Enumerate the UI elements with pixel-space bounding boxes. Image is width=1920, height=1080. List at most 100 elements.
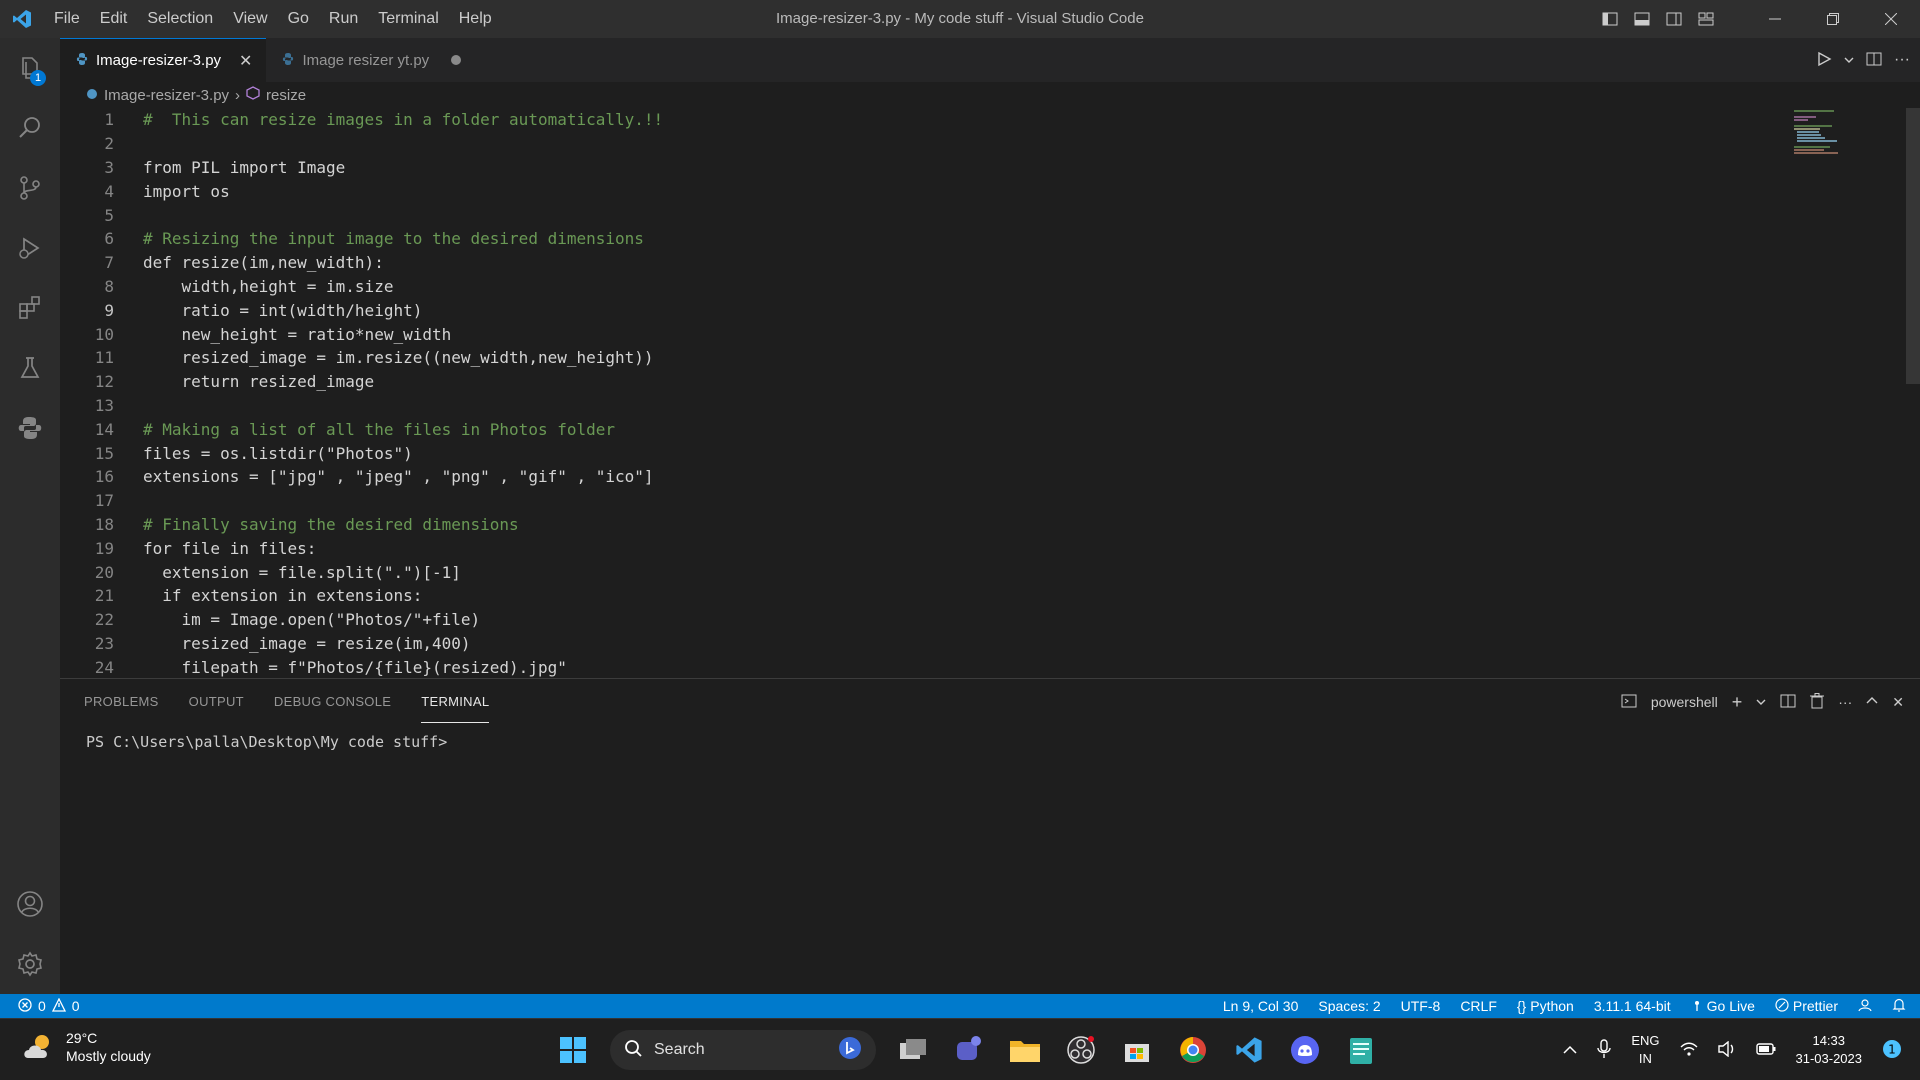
settings-gear-icon[interactable] xyxy=(0,934,60,994)
close-panel-icon[interactable]: ✕ xyxy=(1892,694,1904,711)
show-hidden-icons-chevron-icon[interactable] xyxy=(1563,1043,1577,1058)
run-python-file-icon[interactable] xyxy=(1816,51,1832,70)
tab-label: Image resizer yt.py xyxy=(302,51,430,69)
tab-output[interactable]: OUTPUT xyxy=(189,679,244,725)
customize-layout-icon[interactable] xyxy=(1690,0,1722,38)
line-number: 10 xyxy=(94,324,114,344)
split-terminal-icon[interactable] xyxy=(1780,693,1796,712)
wifi-icon[interactable] xyxy=(1680,1042,1698,1059)
toggle-sidebar-icon[interactable] xyxy=(1594,0,1626,38)
tab-terminal[interactable]: TERMINAL xyxy=(421,682,490,723)
taskbar-search[interactable]: Search xyxy=(610,1030,876,1070)
restore-icon[interactable] xyxy=(1804,0,1862,38)
cursor-position[interactable]: Ln 9, Col 30 xyxy=(1223,998,1299,1014)
go-live-button[interactable]: Go Live xyxy=(1691,998,1755,1015)
battery-icon[interactable] xyxy=(1755,1042,1776,1058)
accounts-icon[interactable] xyxy=(0,874,60,934)
error-icon xyxy=(18,997,32,1015)
line-number: 22 xyxy=(94,610,114,630)
notifications-bell-icon[interactable] xyxy=(1892,998,1906,1015)
code-editor[interactable]: 1 # This can resize images in a folder au… xyxy=(60,108,1920,678)
microsoft-store-icon[interactable] xyxy=(1118,1031,1156,1069)
toggle-panel-icon[interactable] xyxy=(1626,0,1658,38)
more-panel-actions-icon[interactable]: ··· xyxy=(1838,694,1852,710)
python-interpreter[interactable]: 3.11.1 64-bit xyxy=(1594,998,1671,1014)
testing-icon[interactable] xyxy=(0,338,60,398)
code-line: 1 # This can resize images in a folder au… xyxy=(60,108,1920,132)
code-text: new_height = ratio*new_width xyxy=(143,324,452,344)
more-actions-icon[interactable]: ··· xyxy=(1894,51,1910,69)
tab-debug-console[interactable]: DEBUG CONSOLE xyxy=(274,679,391,725)
windows-start-icon[interactable] xyxy=(554,1031,592,1069)
code-line: 24 filepath = f"Photos/{file}(resized).j… xyxy=(60,655,1920,678)
code-text: extensions = ["jpg" , "jpeg" , "png" , "… xyxy=(143,467,654,487)
extensions-icon[interactable] xyxy=(0,278,60,338)
terminal-dropdown-chevron-icon[interactable] xyxy=(1756,694,1766,710)
source-control-icon[interactable] xyxy=(0,158,60,218)
minimap[interactable] xyxy=(1794,108,1850,158)
input-language[interactable]: ENG IN xyxy=(1631,1032,1659,1068)
editor-scrollbar[interactable] xyxy=(1906,108,1920,384)
tab-problems[interactable]: PROBLEMS xyxy=(84,679,159,725)
terminal-shell-label[interactable]: powershell xyxy=(1651,694,1718,710)
breadcrumb-file[interactable]: Image-resizer-3.py xyxy=(104,87,229,104)
toggle-secondary-sidebar-icon[interactable] xyxy=(1658,0,1690,38)
vscode-taskbar-icon[interactable] xyxy=(1230,1031,1268,1069)
menu-go[interactable]: Go xyxy=(278,0,319,38)
run-dropdown-chevron-icon[interactable] xyxy=(1844,52,1854,68)
encoding[interactable]: UTF-8 xyxy=(1401,998,1441,1014)
code-line: 11 resized_image = im.resize((new_width,… xyxy=(60,346,1920,370)
editor-actions: ··· xyxy=(1816,38,1910,82)
volume-icon[interactable] xyxy=(1717,1040,1736,1060)
maximize-panel-chevron-up-icon[interactable] xyxy=(1866,694,1878,710)
breadcrumb-symbol[interactable]: resize xyxy=(266,87,306,104)
tab-image-resizer-yt[interactable]: Image resizer yt.py xyxy=(266,38,475,82)
menu-view[interactable]: View xyxy=(223,0,277,38)
clock[interactable]: 14:33 31-03-2023 xyxy=(1796,1032,1863,1068)
close-tab-icon[interactable]: ✕ xyxy=(239,51,252,71)
obs-app-icon[interactable] xyxy=(1062,1031,1100,1069)
weather-widget[interactable]: 29°C Mostly cloudy xyxy=(22,1029,151,1065)
terminal-output[interactable]: PS C:\Users\palla\Desktop\My code stuff> xyxy=(60,725,1920,759)
split-editor-icon[interactable] xyxy=(1866,51,1882,70)
terminal-shell-icon xyxy=(1621,693,1637,712)
region-code: IN xyxy=(1638,1051,1652,1066)
tab-image-resizer-3[interactable]: Image-resizer-3.py ✕ xyxy=(60,38,267,82)
file-explorer-icon[interactable] xyxy=(1006,1031,1044,1069)
end-of-line[interactable]: CRLF xyxy=(1460,998,1497,1014)
line-number: 6 xyxy=(104,229,114,249)
kill-terminal-trash-icon[interactable] xyxy=(1810,692,1825,712)
discord-icon[interactable] xyxy=(1286,1031,1324,1069)
code-text: # This can resize images in a folder aut… xyxy=(143,110,664,130)
notification-badge-icon[interactable]: 1 xyxy=(1882,1039,1902,1062)
feedback-person-icon[interactable] xyxy=(1858,998,1872,1015)
prettier-button[interactable]: Prettier xyxy=(1775,997,1838,1015)
menu-run[interactable]: Run xyxy=(319,0,368,38)
code-text: resized_image = resize(im,400) xyxy=(143,633,471,653)
language-code: ENG xyxy=(1631,1033,1660,1048)
minimize-icon[interactable] xyxy=(1746,0,1804,38)
menu-help[interactable]: Help xyxy=(449,0,502,38)
teams-chat-icon[interactable] xyxy=(950,1031,988,1069)
problems-status[interactable]: 0 0 xyxy=(0,997,80,1015)
notepad-icon[interactable] xyxy=(1342,1031,1380,1069)
line-number: 13 xyxy=(94,395,114,415)
explorer-icon[interactable]: 1 xyxy=(0,38,60,98)
close-window-icon[interactable] xyxy=(1862,0,1920,38)
braces-icon: {} xyxy=(1516,998,1527,1014)
new-terminal-icon[interactable]: + xyxy=(1732,692,1743,713)
search-icon[interactable] xyxy=(0,98,60,158)
microphone-icon[interactable] xyxy=(1597,1038,1612,1062)
task-view-icon[interactable] xyxy=(894,1031,932,1069)
menu-edit[interactable]: Edit xyxy=(90,0,138,38)
run-debug-icon[interactable] xyxy=(0,218,60,278)
language-mode[interactable]: {} Python xyxy=(1517,998,1574,1014)
unsaved-dot-icon[interactable] xyxy=(451,55,462,65)
menu-terminal[interactable]: Terminal xyxy=(368,0,448,38)
menu-file[interactable]: File xyxy=(44,0,90,38)
menu-selection[interactable]: Selection xyxy=(137,0,223,38)
indentation[interactable]: Spaces: 2 xyxy=(1318,998,1380,1014)
chrome-icon[interactable] xyxy=(1174,1031,1212,1069)
cloud-sun-icon xyxy=(22,1032,56,1063)
python-icon[interactable] xyxy=(0,398,60,458)
